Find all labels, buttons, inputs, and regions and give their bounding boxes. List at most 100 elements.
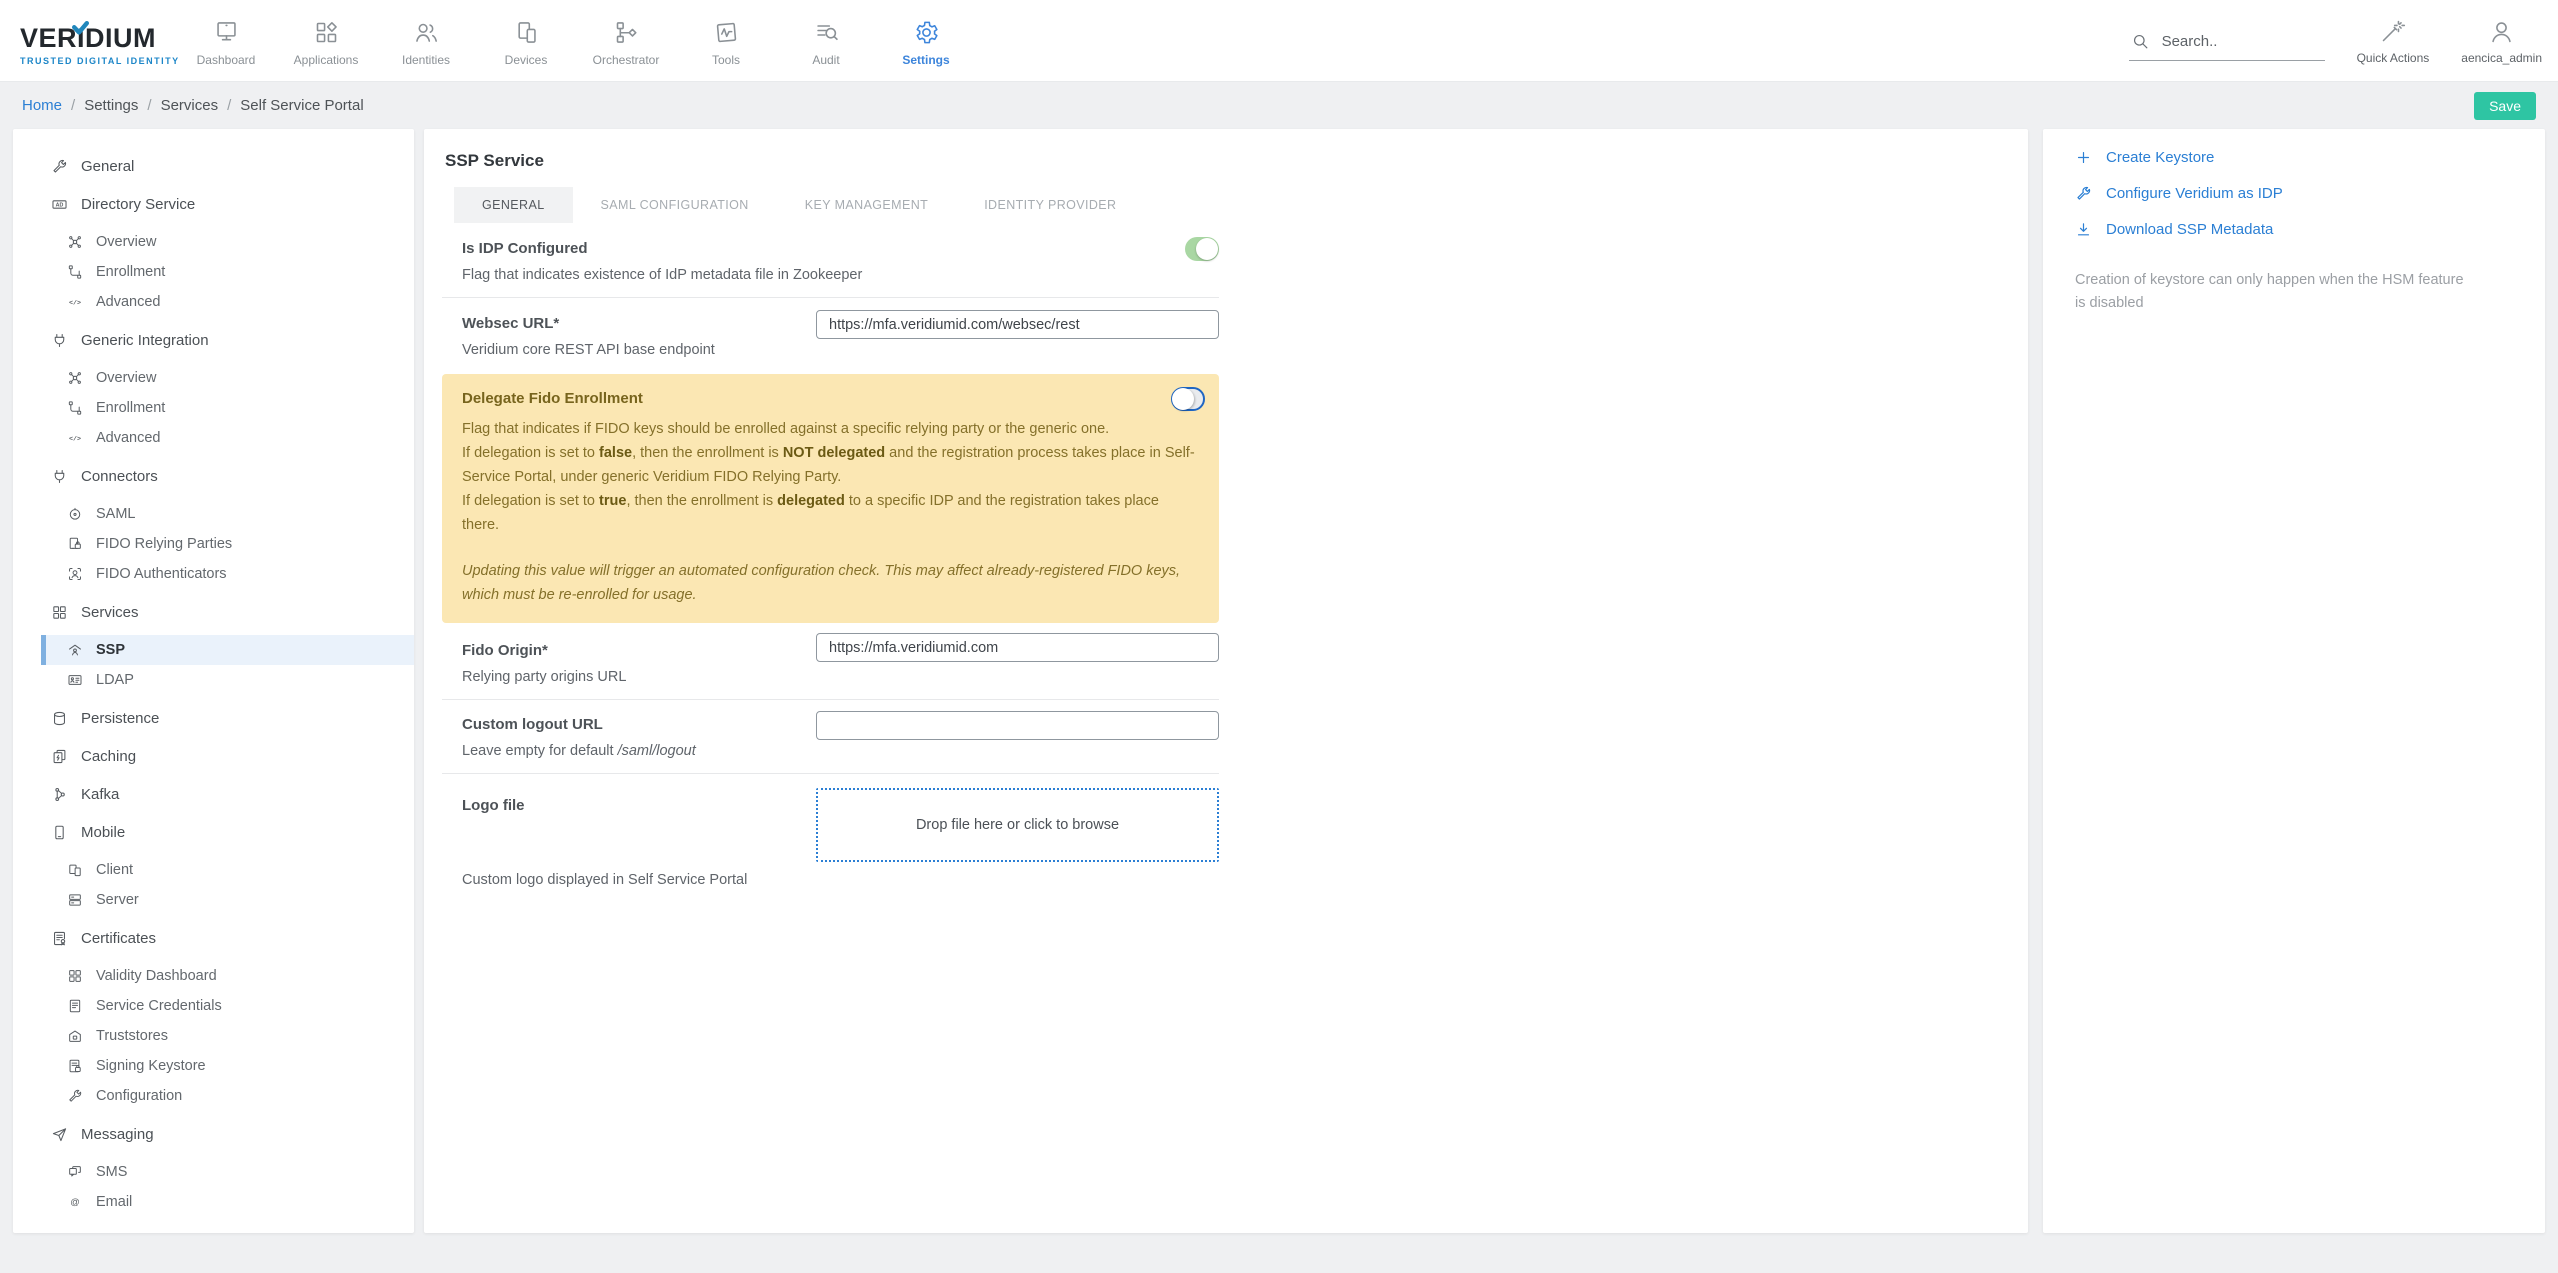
sidebar-item-email[interactable]: @Email xyxy=(13,1187,414,1217)
sidebar-item-label: Kafka xyxy=(81,786,119,803)
default-logout-path: /saml/logout xyxy=(618,743,696,759)
breadcrumb-separator: / xyxy=(71,97,75,114)
settings-sidebar: GeneralADDirectory ServiceOverviewEnroll… xyxy=(13,129,414,1233)
sidebar-item-overview[interactable]: Overview xyxy=(13,227,414,257)
sidebar-item-signing-keystore[interactable]: Signing Keystore xyxy=(13,1051,414,1081)
delegate-description-segment: Flag that indicates if FIDO keys should … xyxy=(462,421,1109,437)
breadcrumb-item-self-service-portal[interactable]: Self Service Portal xyxy=(240,97,363,114)
delegate-description-segment: NOT delegated xyxy=(783,445,885,461)
nav-item-tools[interactable]: Tools xyxy=(676,15,776,67)
doc-icon xyxy=(67,998,83,1014)
sidebar-item-service-credentials[interactable]: Service Credentials xyxy=(13,991,414,1021)
top-bar: VERIDIUM TRUSTED DIGITAL IDENTITY Dashbo… xyxy=(0,0,2558,82)
logo-file-dropzone[interactable]: Drop file here or click to browse xyxy=(816,788,1219,862)
nav-item-settings[interactable]: Settings xyxy=(876,15,976,67)
save-button[interactable]: Save xyxy=(2474,92,2536,120)
custom-logout-url-input[interactable] xyxy=(816,711,1219,740)
sidebar-item-enrollment[interactable]: Enrollment xyxy=(13,393,414,423)
delegate-fido-toggle[interactable] xyxy=(1171,387,1205,411)
tab-saml-configuration[interactable]: SAML CONFIGURATION xyxy=(573,187,777,223)
nav-item-audit[interactable]: Audit xyxy=(776,15,876,67)
sidebar-item-label: Mobile xyxy=(81,824,125,841)
sidebar-item-general[interactable]: General xyxy=(13,151,414,181)
breadcrumb: Home/Settings/Services/Self Service Port… xyxy=(22,97,364,114)
sidebar-item-advanced[interactable]: </>Advanced xyxy=(13,287,414,317)
cache-icon xyxy=(51,748,68,765)
clientdev-icon xyxy=(67,862,83,878)
tab-identity-provider[interactable]: IDENTITY PROVIDER xyxy=(956,187,1144,223)
plus-icon xyxy=(2075,149,2092,166)
breadcrumb-item-services[interactable]: Services xyxy=(161,97,219,114)
search-box xyxy=(2129,32,2325,61)
sidebar-item-configuration[interactable]: Configuration xyxy=(13,1081,414,1111)
sidebar-item-label: Advanced xyxy=(96,430,161,446)
action-link-create-keystore[interactable]: Create Keystore xyxy=(2075,139,2489,175)
delegate-description-segment: false xyxy=(599,445,632,461)
sidebar-item-advanced[interactable]: </>Advanced xyxy=(13,423,414,453)
sidebar-item-validity-dashboard[interactable]: Validity Dashboard xyxy=(13,961,414,991)
tab-key-management[interactable]: KEY MANAGEMENT xyxy=(777,187,956,223)
sidebar-item-persistence[interactable]: Persistence xyxy=(13,703,414,733)
sidebar-item-generic-integration[interactable]: Generic Integration xyxy=(13,325,414,355)
sidebar-item-label: Server xyxy=(96,892,139,908)
nodes-icon xyxy=(67,370,83,386)
sidebar-item-label: Caching xyxy=(81,748,136,765)
fido-origin-description: Relying party origins URL xyxy=(462,667,1219,687)
sidebar-item-enrollment[interactable]: Enrollment xyxy=(13,257,414,287)
delegate-description-segment: , then the enrollment is xyxy=(626,493,777,509)
sidebar-item-ssp[interactable]: SSP xyxy=(41,635,414,665)
sidebar-item-certificates[interactable]: Certificates xyxy=(13,923,414,953)
websec-url-input[interactable] xyxy=(816,310,1219,339)
action-link-configure-veridium-as-idp[interactable]: Configure Veridium as IDP xyxy=(2075,175,2489,211)
primary-nav: Dashboard ApplicationsIdentitiesDevicesOr… xyxy=(176,15,976,67)
sidebar-item-label: Signing Keystore xyxy=(96,1058,206,1074)
sidebar-item-connectors[interactable]: Connectors xyxy=(13,461,414,491)
brand-logo[interactable]: VERIDIUM TRUSTED DIGITAL IDENTITY xyxy=(0,15,176,66)
sidebar-item-label: Client xyxy=(96,862,133,878)
sidebar-item-label: LDAP xyxy=(96,672,134,688)
svg-text:@: @ xyxy=(70,1197,79,1207)
sidebar-item-server[interactable]: Server xyxy=(13,885,414,915)
tools-icon xyxy=(713,19,740,46)
sidebar-item-label: Certificates xyxy=(81,930,156,947)
nav-item-devices[interactable]: Devices xyxy=(476,15,576,67)
breadcrumb-item-home[interactable]: Home xyxy=(22,97,62,114)
sidebar-item-sms[interactable]: SMS xyxy=(13,1157,414,1187)
page-title: SSP Service xyxy=(445,151,2028,171)
sidebar-item-messaging[interactable]: Messaging xyxy=(13,1119,414,1149)
vault-icon xyxy=(67,1028,83,1044)
sidebar-item-ldap[interactable]: LDAP xyxy=(13,665,414,695)
sidebar-item-label: Directory Service xyxy=(81,196,195,213)
app-root: { "brand": { "name": "VERIDIUM", "taglin… xyxy=(0,0,2558,1273)
tab-general[interactable]: GENERAL xyxy=(454,187,573,223)
sidebar-item-fido-authenticators[interactable]: FIDO Authenticators xyxy=(13,559,414,589)
sidebar-item-client[interactable]: Client xyxy=(13,855,414,885)
sidebar-item-directory-service[interactable]: ADDirectory Service xyxy=(13,189,414,219)
breadcrumb-item-settings[interactable]: Settings xyxy=(84,97,138,114)
sidebar-item-mobile[interactable]: Mobile xyxy=(13,817,414,847)
nav-item-applications[interactable]: Applications xyxy=(276,15,376,67)
sidebar-item-fido-relying-parties[interactable]: FIDO Relying Parties xyxy=(13,529,414,559)
nav-item-orchestrator[interactable]: Orchestrator xyxy=(576,15,676,67)
sidebar-item-services[interactable]: Services xyxy=(13,597,414,627)
sidebar-item-saml[interactable]: SAML xyxy=(13,499,414,529)
fido-origin-input[interactable] xyxy=(816,633,1219,662)
sidebar-item-caching[interactable]: Caching xyxy=(13,741,414,771)
sidebar-item-label: SMS xyxy=(96,1164,127,1180)
search-input[interactable] xyxy=(2162,33,2302,50)
nav-item-identities[interactable]: Identities xyxy=(376,15,476,67)
sidebar-item-label: Enrollment xyxy=(96,400,165,416)
monitor-icon xyxy=(213,19,240,46)
server-icon xyxy=(67,892,83,908)
svg-text:</>: </> xyxy=(69,299,81,307)
sidebar-item-truststores[interactable]: Truststores xyxy=(13,1021,414,1051)
user-menu[interactable]: aencica_admin xyxy=(2461,18,2542,65)
quick-actions-button[interactable]: Quick Actions xyxy=(2357,18,2430,65)
nav-item-label: Dashboard xyxy=(197,53,256,67)
sidebar-item-kafka[interactable]: Kafka xyxy=(13,779,414,809)
action-link-download-ssp-metadata[interactable]: Download SSP Metadata xyxy=(2075,211,2489,247)
is-idp-configured-toggle[interactable] xyxy=(1185,237,1219,261)
nav-item-dashboard[interactable]: Dashboard xyxy=(176,15,276,67)
sidebar-item-overview[interactable]: Overview xyxy=(13,363,414,393)
apps-icon xyxy=(313,19,340,46)
